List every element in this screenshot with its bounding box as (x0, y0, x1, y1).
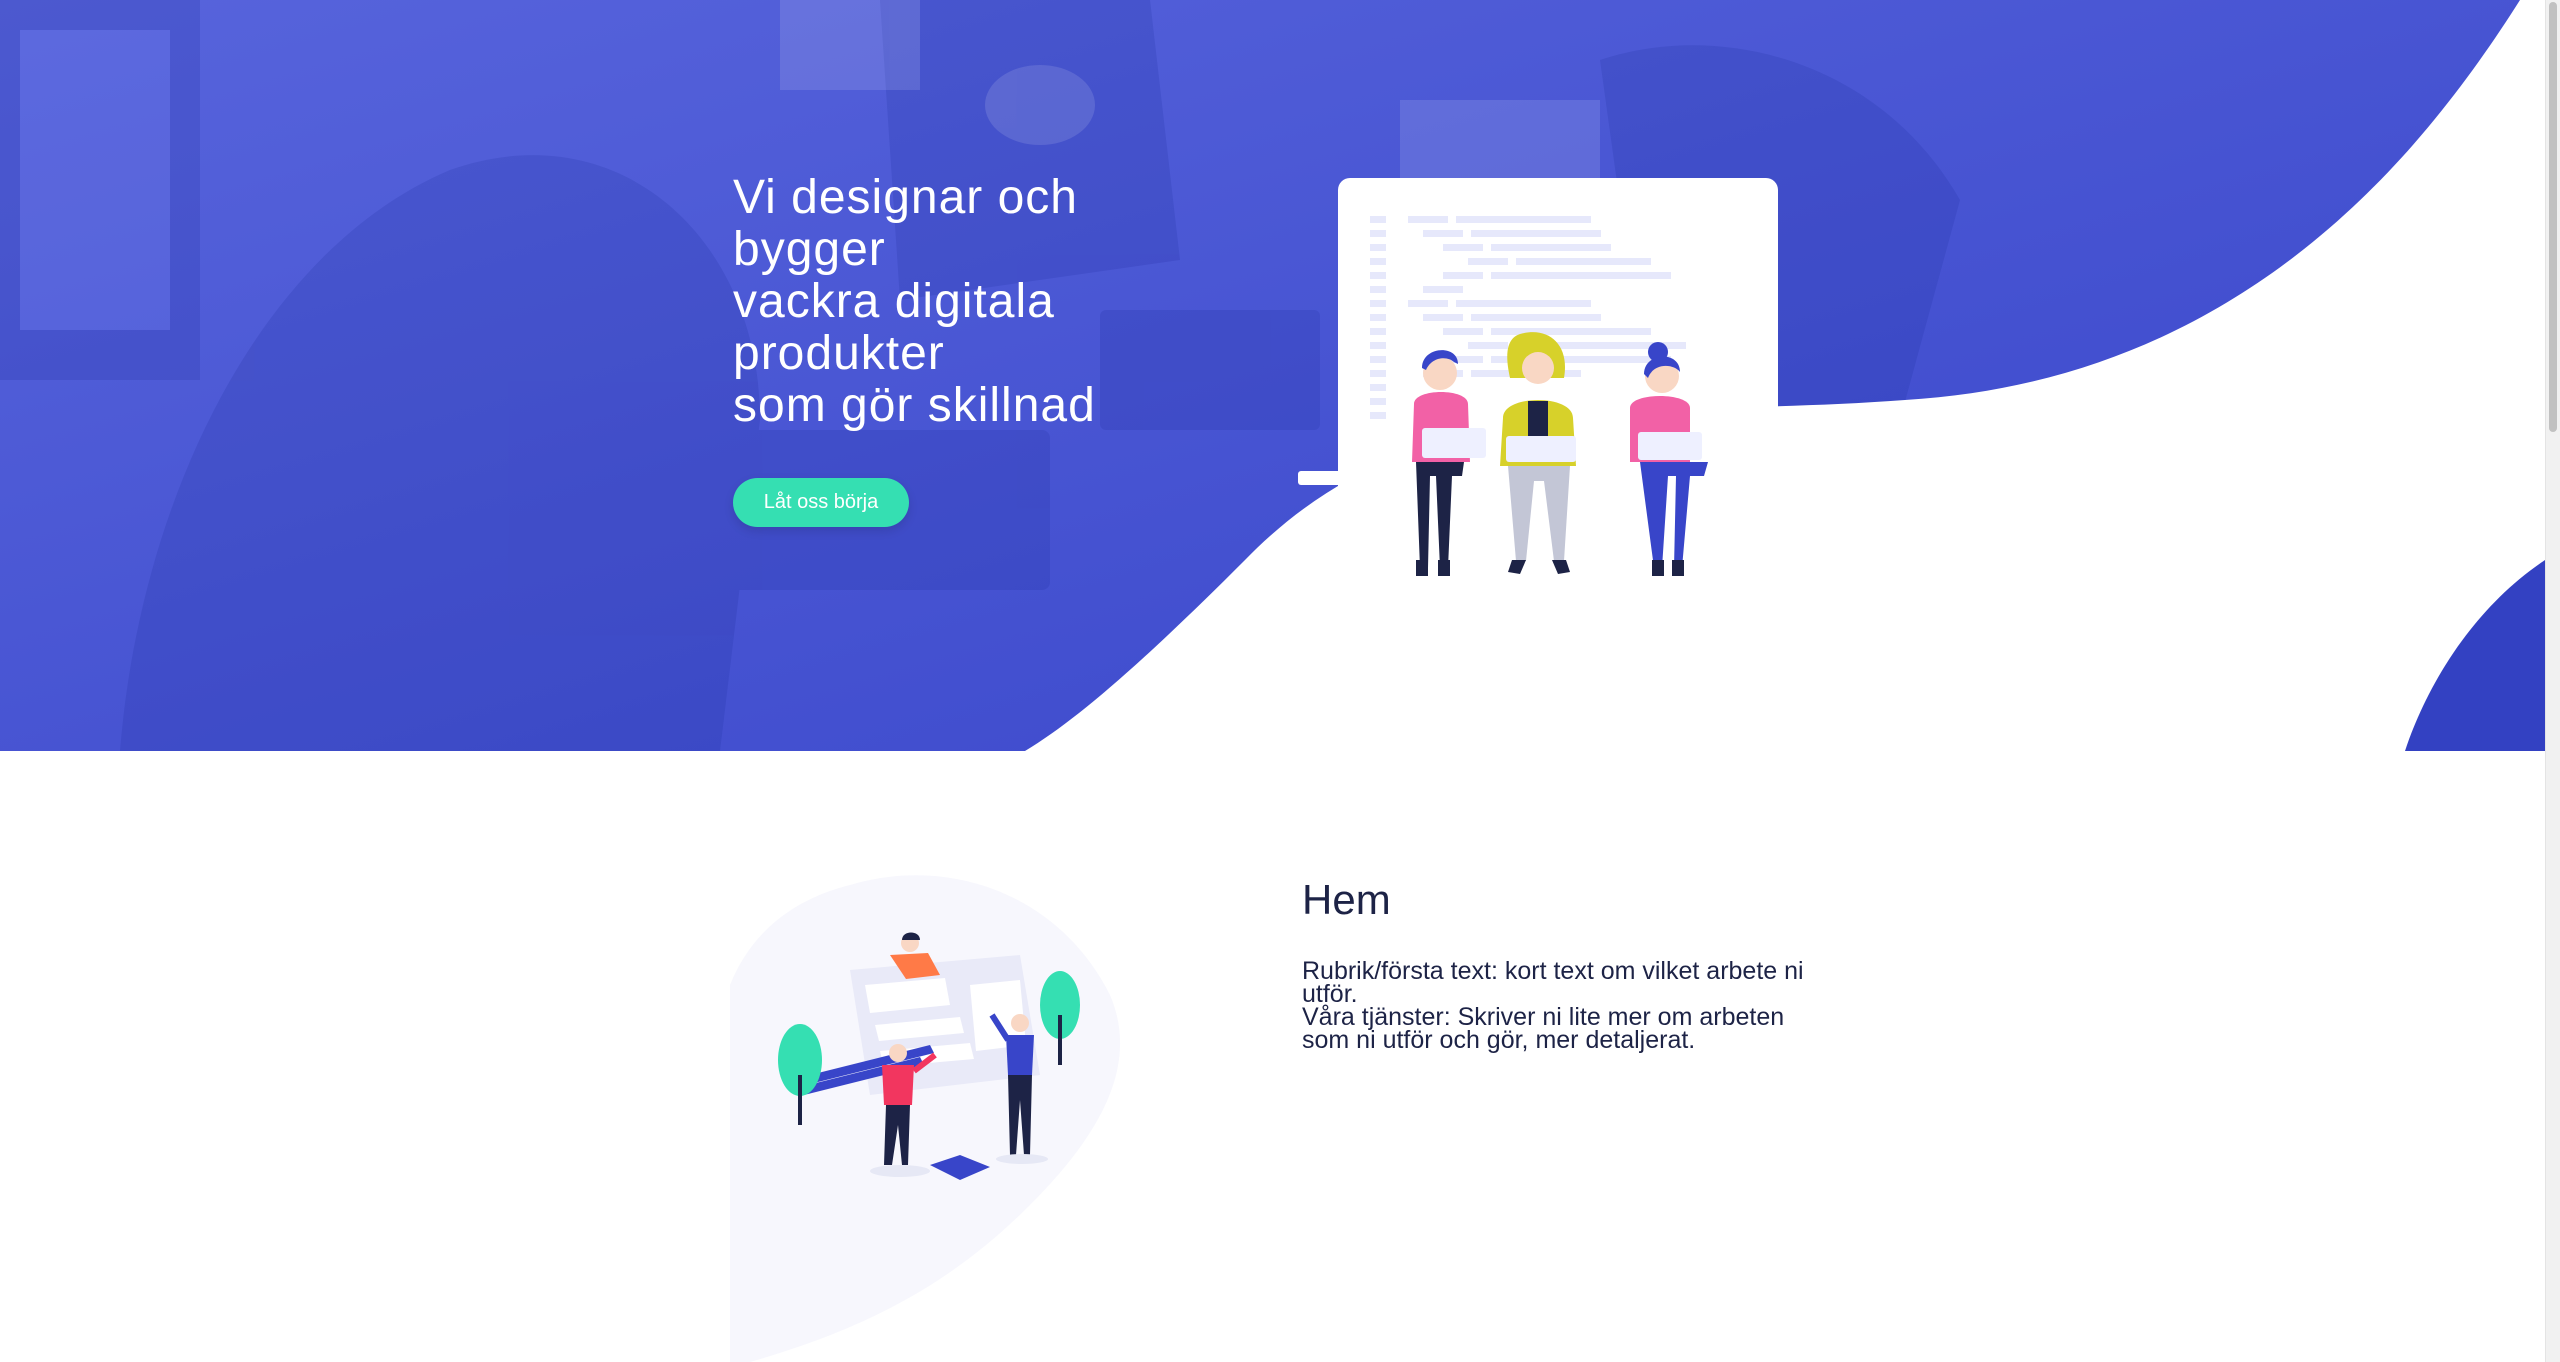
team-building-ui-illustration-icon (730, 875, 1121, 1362)
page-scrollbar[interactable] (2545, 0, 2560, 1362)
team-with-laptops-illustration-icon (1298, 178, 1778, 576)
hero-title-line-2: bygger (733, 223, 886, 276)
home-description: Rubrik/första text: kort text om vilket … (1302, 957, 1812, 1054)
home-title: Hem (1302, 876, 1391, 923)
hero-title: Vi designar och bygger vackra digitala p… (733, 172, 1293, 432)
get-started-button[interactable]: Låt oss börja (733, 478, 909, 527)
hero-section: Vi designar och bygger vackra digitala p… (0, 0, 2545, 751)
hero-title-line-5: som gör skillnad (733, 379, 1096, 432)
home-paragraph-1: Rubrik/första text: kort text om vilket … (1302, 957, 1804, 1008)
home-paragraph-2: Våra tjänster: Skriver ni lite mer om ar… (1302, 1003, 1785, 1054)
hero-title-line-1: Vi designar och (733, 171, 1078, 224)
hero-title-line-4: produkter (733, 327, 945, 380)
hero-title-line-3: vackra digitala (733, 275, 1055, 328)
scrollbar-thumb[interactable] (2549, 2, 2557, 432)
